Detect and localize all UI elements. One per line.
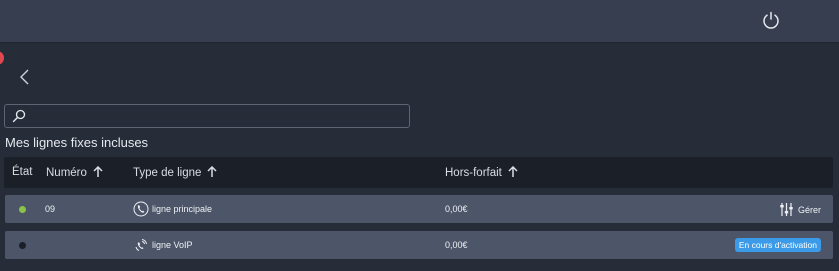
chevron-left-icon — [20, 69, 29, 85]
line-type: ligne VoIP — [152, 240, 193, 250]
sort-arrow-up-icon — [207, 166, 217, 177]
overage-amount: 0,00€ — [445, 240, 468, 250]
overage-amount: 0,00€ — [445, 204, 468, 214]
top-bar — [0, 0, 839, 43]
table-row[interactable]: 09 ligne principale 0,00€ Gérer — [5, 195, 833, 223]
section-title: Mes lignes fixes incluses — [5, 135, 149, 150]
status-indicator-inactive — [19, 242, 26, 249]
back-button[interactable] — [16, 67, 34, 87]
table-row[interactable]: ligne VoIP 0,00€ En cours d'activation — [5, 231, 833, 259]
search-icon — [12, 109, 26, 123]
table-header: État Numéro Type de ligne Hors-forfait — [4, 157, 833, 188]
sort-arrow-up-icon — [93, 166, 103, 177]
manage-button[interactable]: Gérer — [779, 202, 821, 217]
activation-status-badge: En cours d'activation — [734, 238, 821, 252]
column-header-line-type[interactable]: Type de ligne — [133, 166, 217, 179]
column-header-status: État — [12, 166, 33, 178]
voip-phone-icon — [135, 239, 147, 251]
column-header-overage[interactable]: Hors-forfait — [445, 166, 518, 179]
notification-indicator — [0, 51, 4, 65]
manage-label: Gérer — [797, 204, 821, 215]
search-field[interactable] — [4, 104, 410, 128]
phone-icon — [133, 201, 149, 217]
line-number: 09 — [45, 204, 56, 214]
power-icon — [763, 11, 779, 29]
line-type: ligne principale — [152, 204, 213, 214]
power-button[interactable] — [761, 10, 781, 30]
sliders-icon — [780, 203, 793, 216]
search-input[interactable] — [31, 107, 401, 125]
sort-arrow-up-icon — [508, 166, 518, 177]
column-header-number[interactable]: Numéro — [46, 166, 103, 179]
status-indicator-active — [19, 206, 26, 213]
